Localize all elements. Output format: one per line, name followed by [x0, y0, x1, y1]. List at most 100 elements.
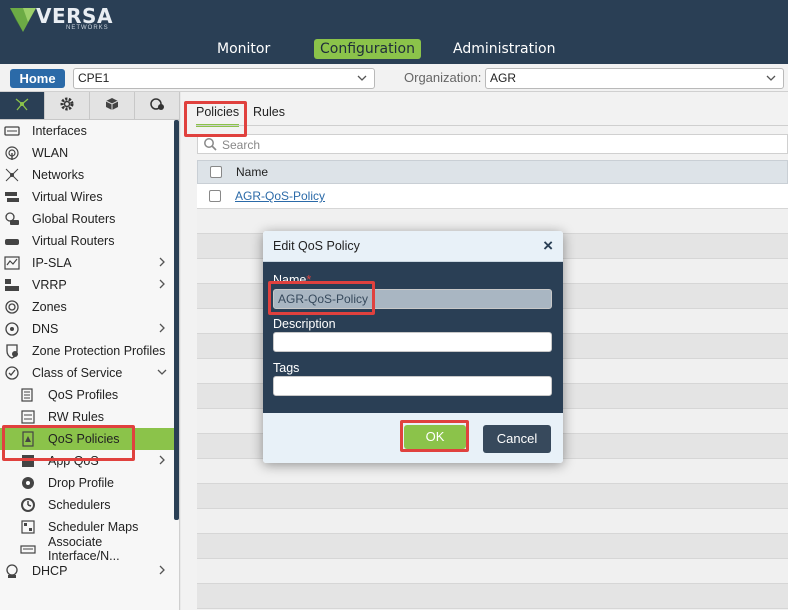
highlight-name-field [268, 281, 375, 315]
sidebar-tabs [0, 92, 180, 120]
description-field[interactable] [273, 332, 552, 352]
empty-row [197, 559, 788, 584]
sidebar-item-qos-profiles[interactable]: QoS Profiles [0, 384, 174, 406]
table-header: Name [197, 160, 788, 184]
associate-interface-icon [20, 542, 36, 556]
chevron-right-icon[interactable] [156, 278, 168, 293]
organization-label: Organization: [404, 70, 482, 85]
chevron-right-icon[interactable] [156, 564, 168, 579]
sidebar-item-label: Zones [32, 300, 67, 314]
sidebar-item-wlan[interactable]: WLAN [0, 142, 174, 164]
sidebar-item-label: Zone Protection Profiles [32, 344, 166, 358]
context-bar: Home CPE1 Organization: AGR [0, 64, 788, 92]
sidebar-item-zone-protection-profiles[interactable]: Zone Protection Profiles [0, 340, 174, 362]
empty-row [197, 534, 788, 559]
empty-row [197, 509, 788, 534]
select-all-checkbox[interactable] [210, 166, 222, 178]
highlight-qos-policies [2, 425, 135, 461]
rw-rules-icon [20, 410, 36, 424]
sidebar-item-networks[interactable]: Networks [0, 164, 174, 186]
nav-tab-configuration[interactable]: Configuration [314, 39, 421, 59]
nav-tab-monitor[interactable]: Monitor [211, 39, 276, 59]
sidebar-menu: Interfaces WLAN Networks Virtual Wires Globa… [0, 120, 174, 582]
logo-subtext: NETWORKS [66, 25, 109, 31]
policy-link[interactable]: AGR-QoS-Policy [235, 189, 325, 203]
sidebar-tab-objects[interactable] [90, 92, 135, 120]
empty-row [197, 584, 788, 609]
ip-sla-icon [4, 256, 20, 270]
home-button[interactable]: Home [10, 69, 65, 88]
interfaces-icon [4, 124, 20, 138]
device-select-value: CPE1 [78, 71, 110, 85]
sidebar-tab-services[interactable] [135, 92, 180, 120]
sidebar-item-label: Associate Interface/N... [48, 535, 120, 563]
search-input[interactable]: Search [197, 134, 788, 154]
search-placeholder: Search [222, 138, 261, 152]
sidebar-tab-network[interactable] [0, 92, 45, 120]
vrrp-icon [4, 278, 20, 292]
device-select[interactable]: CPE1 [73, 68, 375, 89]
chevron-down-icon[interactable] [156, 366, 168, 381]
sidebar-item-dns[interactable]: DNS [0, 318, 174, 340]
sidebar-item-label: Schedulers [48, 498, 111, 512]
wifi-icon [4, 146, 20, 160]
tags-field[interactable] [273, 376, 552, 396]
organization-select[interactable]: AGR [485, 68, 784, 89]
empty-row [197, 484, 788, 509]
sidebar-item-virtual-wires[interactable]: Virtual Wires [0, 186, 174, 208]
sidebar-item-label: Interfaces [32, 124, 87, 138]
cube-icon [104, 96, 120, 115]
sidebar-item-label: Virtual Wires [32, 190, 103, 204]
highlight-policies-tab [184, 101, 247, 137]
sidebar-item-label: Virtual Routers [32, 234, 115, 248]
cancel-button[interactable]: Cancel [483, 425, 551, 453]
table-row[interactable]: AGR-QoS-Policy [197, 184, 788, 209]
sidebar-item-class-of-service[interactable]: Class of Service [0, 362, 174, 384]
sidebar-item-schedulers[interactable]: Schedulers [0, 494, 174, 516]
sidebar-scrollbar[interactable] [174, 120, 179, 520]
sidebar-item-interfaces[interactable]: Interfaces [0, 120, 174, 142]
organization-select-value: AGR [490, 71, 517, 85]
dns-icon [4, 322, 20, 336]
sidebar-item-label: Scheduler Maps [48, 520, 139, 534]
sidebar-item-label: Drop Profile [48, 476, 114, 490]
sidebar-item-vrrp[interactable]: VRRP [0, 274, 174, 296]
global-routers-icon [4, 212, 20, 226]
tab-rules[interactable]: Rules [253, 105, 285, 119]
sidebar-item-dhcp[interactable]: DHCP [0, 560, 174, 582]
sidebar-item-global-routers[interactable]: Global Routers [0, 208, 174, 230]
sidebar-tab-settings[interactable] [45, 92, 90, 120]
chevron-right-icon[interactable] [156, 256, 168, 271]
chevron-right-icon[interactable] [156, 322, 168, 337]
sidebar-item-label: WLAN [32, 146, 69, 160]
nav-tab-administration[interactable]: Administration [447, 39, 561, 59]
sidebar-item-associate-interface-n[interactable]: Associate Interface/N... [0, 535, 174, 563]
column-header-name[interactable]: Name [236, 165, 268, 179]
class-of-service-icon [4, 366, 20, 380]
shield-icon [4, 344, 20, 359]
chevron-right-icon[interactable] [156, 454, 168, 469]
row-checkbox[interactable] [209, 190, 221, 202]
sidebar-item-label: Class of Service [32, 366, 123, 380]
services-icon [149, 96, 165, 115]
dhcp-icon [4, 564, 20, 578]
sidebar-item-label: IP-SLA [32, 256, 72, 270]
virtual-wires-icon [4, 190, 20, 204]
network-icon [14, 96, 30, 115]
gear-icon [59, 96, 75, 115]
close-icon[interactable]: × [543, 236, 553, 256]
sidebar-item-label: VRRP [32, 278, 67, 292]
zones-icon [4, 300, 20, 314]
search-icon [203, 137, 217, 154]
drop-profile-icon [20, 476, 36, 490]
sidebar-item-ip-sla[interactable]: IP-SLA [0, 252, 174, 274]
top-header: VERSA NETWORKS Monitor Configuration Adm… [0, 0, 788, 64]
sidebar-item-drop-profile[interactable]: Drop Profile [0, 472, 174, 494]
tab-divider [196, 125, 788, 126]
sidebar-item-zones[interactable]: Zones [0, 296, 174, 318]
highlight-ok-button [400, 420, 469, 452]
dialog-title: Edit QoS Policy [273, 239, 360, 253]
sidebar-item-label: Networks [32, 168, 85, 182]
sidebar-item-virtual-routers[interactable]: Virtual Routers [0, 230, 174, 252]
tags-label: Tags [273, 361, 300, 375]
